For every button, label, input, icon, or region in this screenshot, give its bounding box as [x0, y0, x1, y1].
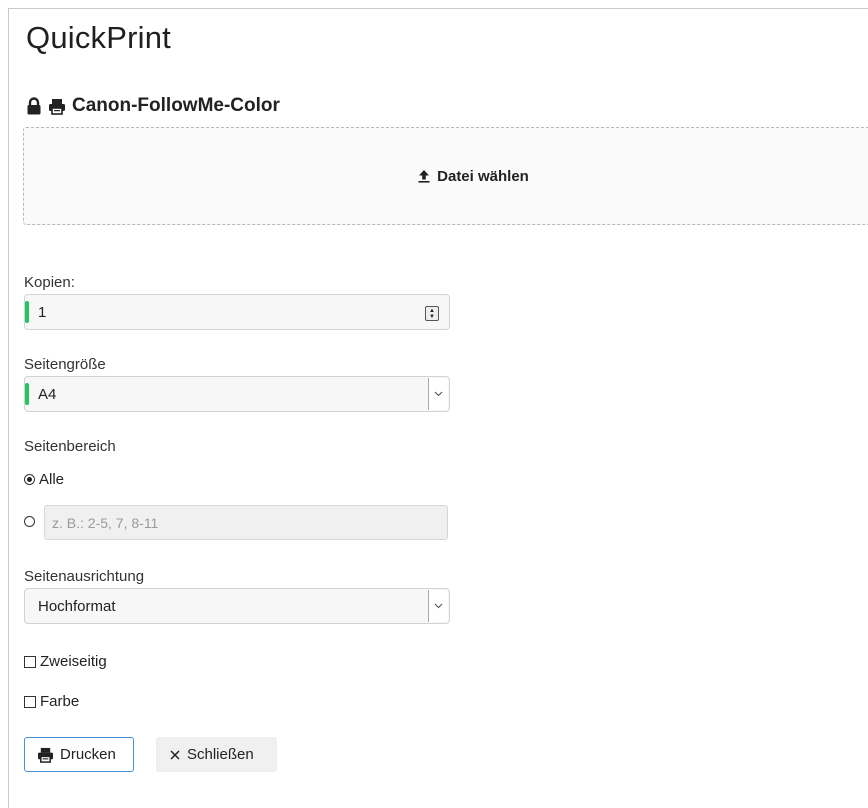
print-button[interactable]: Drucken [24, 737, 134, 772]
close-button-label: Schließen [187, 746, 254, 763]
close-button[interactable]: Schließen [156, 737, 277, 772]
color-checkbox[interactable]: Farbe [24, 693, 79, 710]
page-range-input[interactable]: z. B.: 2-5, 7, 8-11 [44, 505, 448, 540]
color-label: Farbe [40, 693, 80, 710]
copies-value: 1 [38, 303, 47, 321]
printer-name: Canon-FollowMe-Color [72, 95, 280, 116]
page-size-label: Seitengröße [24, 356, 106, 373]
checkbox-unchecked-icon[interactable] [24, 655, 36, 668]
lock-icon [26, 97, 42, 115]
stepper-down-icon[interactable]: ▼ [429, 314, 435, 320]
page-range-all-radio[interactable]: Alle [24, 471, 64, 488]
print-button-label: Drucken [60, 746, 116, 763]
copies-stepper[interactable]: ▲ ▼ [425, 306, 439, 321]
upload-icon [417, 169, 431, 183]
page-size-select[interactable]: A4 [24, 376, 450, 412]
app-title: QuickPrint [26, 20, 171, 55]
copies-input[interactable]: 1 ▲ ▼ [24, 294, 450, 330]
duplex-checkbox[interactable]: Zweiseitig [24, 653, 107, 670]
orientation-value: Hochformat [38, 597, 116, 615]
close-icon [169, 749, 181, 761]
copies-label: Kopien: [24, 274, 75, 291]
choose-file-label: Datei wählen [437, 167, 529, 185]
duplex-label: Zweiseitig [40, 653, 107, 670]
page-range-placeholder: z. B.: 2-5, 7, 8-11 [52, 514, 159, 531]
radio-checked-icon[interactable] [24, 474, 35, 485]
orientation-label: Seitenausrichtung [24, 568, 145, 585]
printer-icon [37, 747, 54, 763]
checkbox-unchecked-icon[interactable] [24, 695, 36, 708]
choose-file-button[interactable]: Datei wählen [417, 168, 529, 185]
orientation-select[interactable]: Hochformat [24, 588, 450, 624]
page-range-custom-radio[interactable] [24, 516, 39, 527]
printer-header: Canon-FollowMe-Color [26, 94, 280, 118]
chevron-down-icon[interactable] [428, 378, 448, 410]
file-dropzone[interactable]: Datei wählen [23, 127, 868, 225]
radio-unchecked-icon[interactable] [24, 516, 35, 527]
page-range-all-label: Alle [39, 471, 65, 488]
chevron-down-icon[interactable] [428, 590, 448, 622]
page-range-label: Seitenbereich [24, 438, 116, 455]
printer-icon [48, 98, 66, 115]
page-size-value: A4 [38, 385, 57, 403]
